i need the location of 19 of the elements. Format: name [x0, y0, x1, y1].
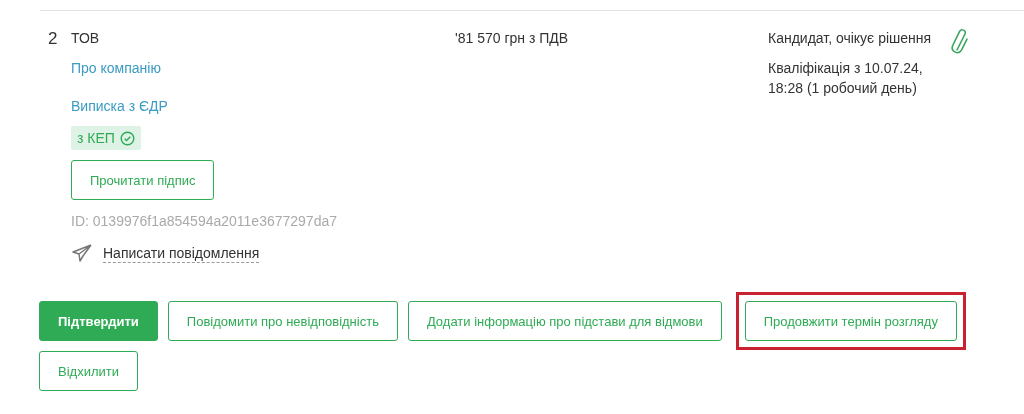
paperclip-icon[interactable]	[950, 28, 970, 54]
send-icon	[71, 243, 93, 263]
id-text: ID: 0139976f1a854594a2011e3677297da7	[71, 212, 337, 231]
action-button[interactable]: Підтвердити	[39, 301, 158, 341]
write-message-link[interactable]: Написати повідомлення	[103, 243, 260, 263]
company-link[interactable]: Про компанію	[71, 58, 161, 78]
amount-text: '81 570 грн з ПДВ	[455, 29, 569, 48]
action-button[interactable]: Додати інформацію про підстави для відмови	[407, 301, 722, 341]
action-button[interactable]: Продовжити термін розгляду	[744, 301, 957, 341]
status-text: Кандидат, очікує рішення	[768, 29, 932, 48]
check-circle-icon	[119, 130, 135, 146]
qualification-text: Кваліфікація з 10.07.24, 18:28 (1 робочий день)	[768, 59, 924, 98]
company-link[interactable]: Виписка з ЄДР	[71, 96, 168, 116]
read-signature-button[interactable]: Прочитати підпис	[71, 160, 215, 200]
signature-badge: з КЕП	[71, 126, 141, 150]
row-number: 2	[48, 28, 59, 50]
action-button[interactable]: Повідомити про невідповідність	[167, 301, 398, 341]
action-button[interactable]: Відхилити	[39, 351, 138, 391]
company-name: ТОВ	[71, 29, 100, 48]
